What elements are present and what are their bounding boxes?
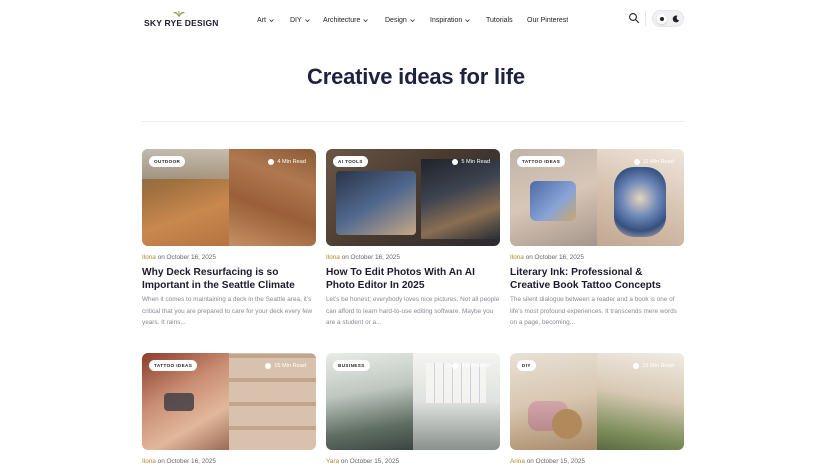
moon-icon	[672, 15, 680, 23]
chevron-down-icon	[269, 18, 274, 23]
nav-item-art[interactable]: Art	[257, 13, 274, 27]
category-badge[interactable]: DIY	[517, 360, 536, 371]
post-date: October 16, 2025	[166, 254, 216, 261]
date-prefix: on	[341, 254, 349, 261]
chevron-down-icon	[304, 18, 310, 23]
post-date: October 16, 2025	[350, 254, 400, 261]
post-card: DIY 15 Min Read Arina on October 15, 202…	[510, 353, 684, 468]
post-author[interactable]: Ilona	[326, 254, 340, 261]
nav-item-architecture[interactable]: Architecture	[323, 13, 369, 27]
post-thumbnail[interactable]: OUTDOOR 4 Min Read	[142, 149, 316, 246]
clock-icon	[633, 159, 640, 165]
category-badge[interactable]: TATTOO IDEAS	[517, 156, 566, 167]
section-divider	[142, 121, 684, 122]
post-card: TATTOO IDEAS 15 Min Read Ilona on Octobe…	[142, 353, 316, 468]
post-excerpt: When it comes to maintaining a deck in t…	[142, 296, 313, 326]
read-time-label: 11 Min Read	[642, 159, 674, 165]
post-title[interactable]: Literary Ink: Professional & Creative Bo…	[510, 266, 684, 292]
post-card: BUSINESS 4 Min Read Yara on October 15, …	[326, 353, 500, 468]
post-meta: Ilona on October 16, 2025	[510, 254, 584, 261]
post-thumbnail[interactable]: TATTOO IDEAS 11 Min Read	[510, 149, 684, 246]
date-prefix: on	[526, 458, 534, 465]
date-prefix: on	[157, 254, 165, 261]
read-time-label: 15 Min Read	[642, 363, 674, 369]
header-divider	[645, 11, 646, 26]
post-thumbnail[interactable]: TATTOO IDEAS 15 Min Read	[142, 353, 316, 450]
post-meta: Ilona on October 16, 2025	[326, 254, 400, 261]
post-meta: Ilona on October 16, 2025	[142, 254, 216, 261]
nav-item-our-pinterest[interactable]: Our Pinterest	[527, 13, 568, 27]
chevron-down-icon	[465, 18, 471, 23]
category-badge[interactable]: BUSINESS	[333, 360, 370, 371]
chevron-down-icon	[410, 18, 415, 23]
clock-icon	[268, 159, 275, 165]
category-badge[interactable]: OUTDOOR	[149, 156, 186, 167]
nav-label: Architecture	[323, 16, 361, 24]
date-prefix: on	[525, 254, 533, 261]
post-date: October 16, 2025	[166, 458, 216, 465]
nav-label: Inspiration	[430, 16, 463, 24]
nav-label: Art	[257, 16, 266, 24]
category-badge[interactable]: TATTOO IDEAS	[149, 360, 198, 371]
post-date: October 15, 2025	[349, 458, 400, 465]
read-time: 15 Min Read	[633, 361, 674, 371]
clock-icon	[633, 363, 640, 369]
theme-toggle[interactable]	[652, 10, 684, 27]
nav-item-tutorials[interactable]: Tutorials	[486, 13, 513, 27]
post-excerpt: The silent dialogue between a reader and…	[510, 296, 677, 326]
page-title: Creative ideas for life	[307, 64, 525, 89]
nav-label: Our Pinterest	[527, 16, 569, 24]
read-time: 5 Min Read	[452, 157, 490, 167]
post-card: OUTDOOR 4 Min Read Ilona on October 16, …	[142, 149, 316, 339]
clock-icon	[452, 159, 459, 165]
post-title[interactable]: How To Edit Photos With An AI Photo Edit…	[326, 266, 500, 292]
post-title[interactable]: Why Deck Resurfacing is so Important in …	[142, 266, 316, 292]
category-badge[interactable]: AI TOOLS	[333, 156, 368, 167]
post-thumbnail[interactable]: BUSINESS 4 Min Read	[326, 353, 500, 450]
search-icon[interactable]	[628, 12, 640, 24]
post-author[interactable]: Ilona	[142, 458, 156, 465]
post-excerpt: Let’s be honest; everybody loves nice pi…	[326, 296, 500, 326]
post-date: October 16, 2025	[534, 254, 584, 261]
nav-label: Tutorials	[486, 16, 513, 24]
nav-item-design[interactable]: Design	[385, 13, 415, 27]
read-time: 4 Min Read	[452, 361, 490, 371]
read-time-label: 15 Min Read	[274, 363, 306, 369]
post-meta: Ilona on October 16, 2025	[142, 458, 216, 465]
nav-item-inspiration[interactable]: Inspiration	[430, 13, 471, 27]
post-thumbnail[interactable]: DIY 15 Min Read	[510, 353, 684, 450]
date-prefix: on	[340, 458, 348, 465]
read-time-label: 5 Min Read	[461, 159, 490, 165]
post-meta: Yara on October 15, 2025	[326, 458, 399, 465]
post-meta: Arina on October 15, 2025	[510, 458, 585, 465]
post-date: October 15, 2025	[535, 458, 585, 465]
read-time: 4 Min Read	[268, 157, 306, 167]
sun-icon	[657, 14, 667, 24]
nav-label: Design	[385, 16, 407, 24]
nav-item-diy[interactable]: DIY	[290, 13, 310, 27]
read-time-label: 4 Min Read	[277, 159, 306, 165]
read-time: 11 Min Read	[633, 157, 674, 167]
post-card: AI TOOLS 5 Min Read Ilona on October 16,…	[326, 149, 500, 339]
read-time-label: 4 Min Read	[461, 363, 490, 369]
post-author[interactable]: Arina	[510, 458, 525, 465]
nav-label: DIY	[290, 16, 302, 24]
clock-icon	[265, 363, 272, 369]
post-author[interactable]: Yara	[326, 458, 339, 465]
post-thumbnail[interactable]: AI TOOLS 5 Min Read	[326, 149, 500, 246]
date-prefix: on	[157, 458, 165, 465]
clock-icon	[452, 363, 459, 369]
post-author[interactable]: Ilona	[510, 254, 524, 261]
read-time: 15 Min Read	[265, 361, 306, 371]
main-nav: Art DIY Architecture Design Inspiration …	[0, 13, 832, 27]
post-card: TATTOO IDEAS 11 Min Read Ilona on Octobe…	[510, 149, 684, 339]
site-header: SKY RYE DESIGN Art DIY Architecture Desi…	[0, 0, 832, 40]
post-author[interactable]: Ilona	[142, 254, 156, 261]
chevron-down-icon	[363, 18, 369, 23]
